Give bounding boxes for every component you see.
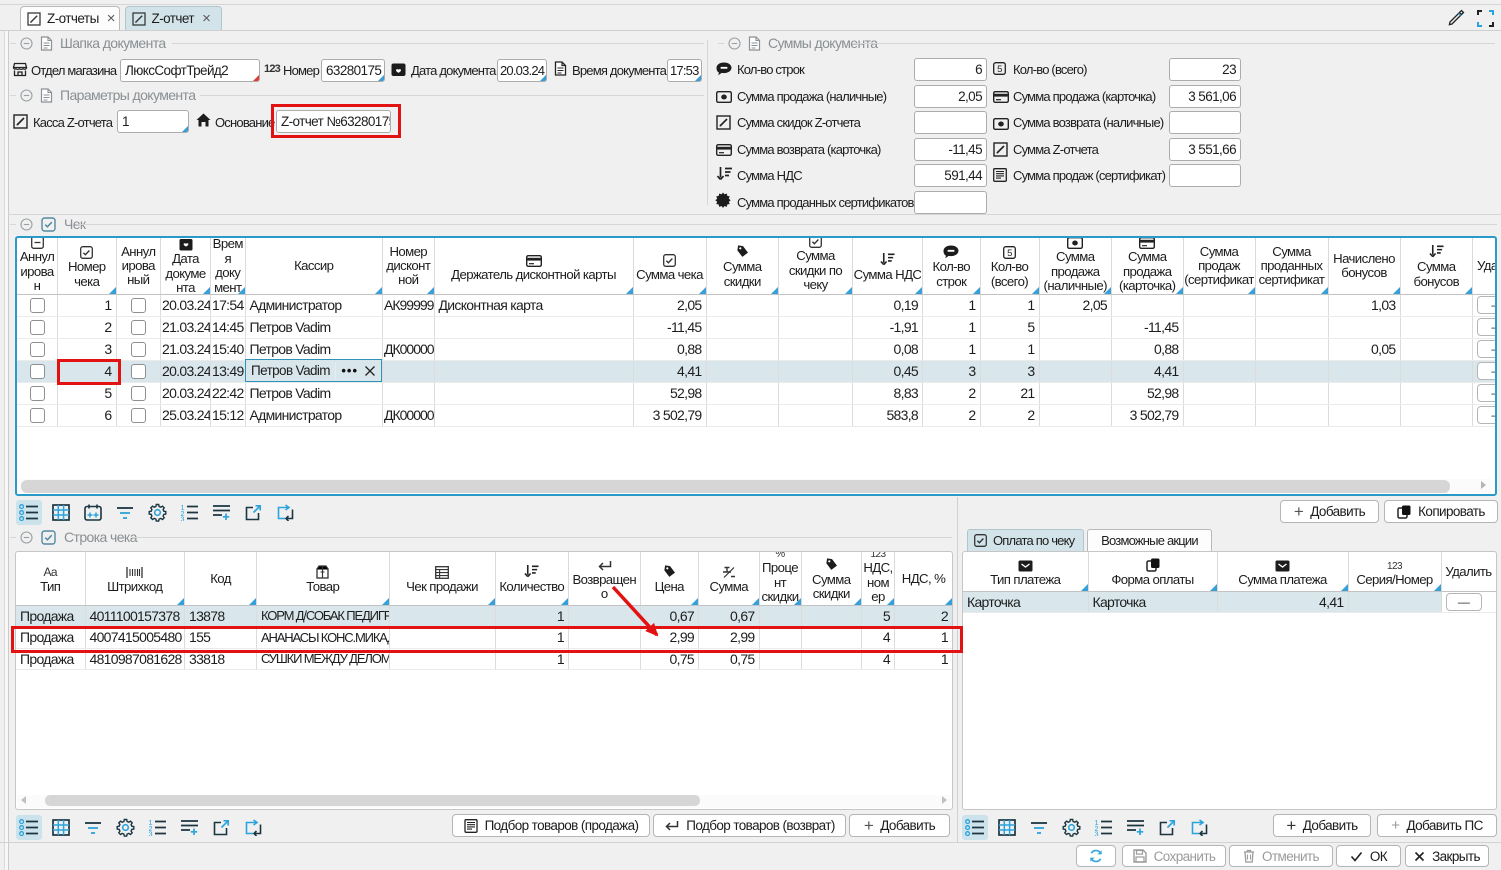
svg-text:5: 5 xyxy=(1007,248,1012,259)
svg-text:5: 5 xyxy=(997,64,1002,75)
svg-text:3: 3 xyxy=(1094,830,1098,837)
svg-text:3: 3 xyxy=(180,515,184,522)
svg-text:3: 3 xyxy=(148,830,152,837)
